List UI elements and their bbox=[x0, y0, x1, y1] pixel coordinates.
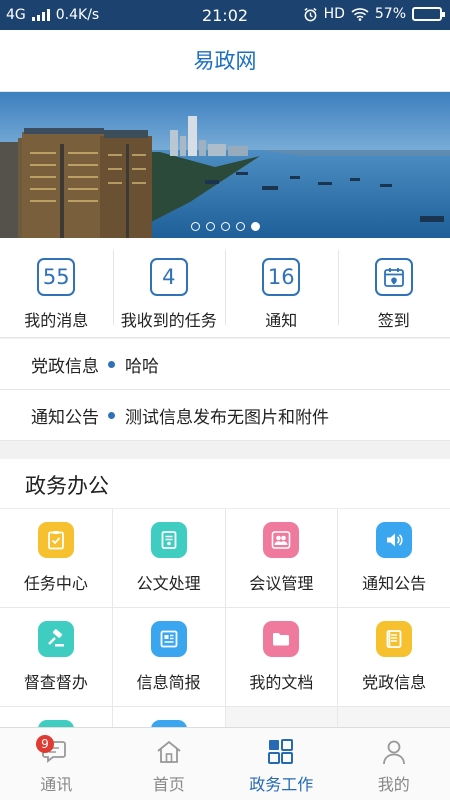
news-title: 哈哈 bbox=[125, 356, 159, 377]
battery-icon bbox=[412, 7, 445, 21]
news-row-notice[interactable]: 通知公告 测试信息发布无图片和附件 bbox=[0, 390, 450, 441]
grid-item-label: 公文处理 bbox=[136, 574, 201, 593]
document-icon bbox=[150, 522, 187, 558]
section-title: 政务办公 bbox=[0, 459, 450, 509]
grid-item-supervision[interactable]: 督查督办 bbox=[0, 608, 112, 706]
grid-item-notice-announcement[interactable]: 通知公告 bbox=[338, 509, 450, 607]
grid-item-my-documents[interactable]: 我的文档 bbox=[225, 608, 338, 706]
grid-item-label: 督查督办 bbox=[23, 673, 88, 692]
person-icon bbox=[382, 740, 405, 765]
tab-government-work[interactable]: 政务工作 bbox=[225, 728, 338, 800]
grid-item-briefing[interactable]: 信息简报 bbox=[112, 608, 225, 706]
news-title: 测试信息发布无图片和附件 bbox=[125, 407, 329, 428]
people-icon bbox=[263, 522, 300, 558]
bullet-icon bbox=[108, 360, 115, 368]
tab-label: 我的 bbox=[377, 775, 410, 794]
hd-indicator: HD bbox=[323, 6, 345, 22]
tab-me[interactable]: 我的 bbox=[338, 728, 450, 800]
tab-messages[interactable]: 9 通讯 bbox=[0, 728, 113, 800]
stat-check-in[interactable]: 签到 bbox=[337, 238, 450, 337]
grid-item-task-center[interactable]: 任务中心 bbox=[0, 509, 112, 607]
stat-label: 我收到的任务 bbox=[120, 311, 217, 330]
unread-badge: 9 bbox=[36, 735, 54, 753]
grid-item-label: 会议管理 bbox=[249, 574, 314, 593]
battery-percent: 57% bbox=[374, 6, 406, 22]
function-grid: 任务中心 公文处理 会议管理 通知公告 督查督办 信息简报 我的文档 党政信息 bbox=[0, 509, 450, 728]
grid-empty-cell bbox=[338, 707, 450, 728]
stat-label: 通知 bbox=[265, 311, 298, 330]
grid-item-party-info[interactable]: 党政信息 bbox=[338, 608, 450, 706]
stat-my-messages[interactable]: 55 我的消息 bbox=[0, 238, 113, 337]
grid-item-label: 信息简报 bbox=[136, 673, 201, 692]
stat-label: 签到 bbox=[377, 311, 410, 330]
message-count: 55 bbox=[37, 258, 76, 296]
tab-label: 通讯 bbox=[40, 775, 73, 794]
alarm-icon bbox=[303, 7, 317, 21]
news-row-party[interactable]: 党政信息 哈哈 bbox=[0, 339, 450, 390]
news-category: 通知公告 bbox=[31, 407, 99, 428]
page-title: 易政网 bbox=[0, 30, 450, 92]
speaker-icon bbox=[376, 522, 413, 558]
carousel-dot[interactable] bbox=[235, 222, 245, 231]
clipboard-check-icon bbox=[37, 522, 74, 558]
city-river-image bbox=[0, 92, 450, 238]
calendar-checkin-icon bbox=[374, 258, 413, 296]
stat-received-tasks[interactable]: 4 我收到的任务 bbox=[112, 238, 226, 337]
banner-carousel[interactable] bbox=[0, 92, 450, 238]
carousel-dot[interactable] bbox=[220, 222, 230, 231]
task-count: 4 bbox=[149, 258, 188, 296]
carousel-indicator bbox=[0, 222, 450, 231]
tab-label: 政务工作 bbox=[249, 775, 314, 794]
tab-home[interactable]: 首页 bbox=[113, 728, 226, 800]
carousel-dot[interactable] bbox=[205, 222, 215, 231]
notice-count: 16 bbox=[262, 258, 301, 296]
tab-label: 首页 bbox=[152, 775, 185, 794]
stats-row: 55 我的消息 4 我收到的任务 16 通知 签到 bbox=[0, 238, 450, 338]
wifi-icon bbox=[351, 8, 369, 21]
carousel-dot-active[interactable] bbox=[250, 222, 260, 231]
grid-item-partial[interactable] bbox=[0, 707, 112, 728]
stat-label: 我的消息 bbox=[24, 311, 89, 330]
news-category: 党政信息 bbox=[31, 356, 99, 377]
grid-item-label: 党政信息 bbox=[362, 673, 427, 692]
grid-item-label: 任务中心 bbox=[23, 574, 88, 593]
carousel-dot[interactable] bbox=[190, 222, 200, 231]
grid-item-label: 我的文档 bbox=[249, 673, 314, 692]
newspaper-icon bbox=[150, 621, 187, 657]
grid-icon bbox=[268, 739, 294, 764]
home-icon bbox=[157, 740, 181, 763]
bottom-tab-bar: 9 通讯 首页 政务工作 我的 bbox=[0, 727, 450, 800]
grid-empty-cell bbox=[225, 707, 338, 728]
grid-item-partial[interactable] bbox=[112, 707, 225, 728]
status-bar: 4G 0.4K/s 21:02 HD 57% bbox=[0, 0, 450, 30]
notebook-icon bbox=[376, 621, 413, 657]
grid-item-document-processing[interactable]: 公文处理 bbox=[112, 509, 225, 607]
bullet-icon bbox=[108, 411, 115, 419]
grid-item-meeting-management[interactable]: 会议管理 bbox=[225, 509, 338, 607]
stat-notices[interactable]: 16 通知 bbox=[225, 238, 338, 337]
gavel-icon bbox=[37, 621, 74, 657]
grid-item-label: 通知公告 bbox=[362, 574, 427, 593]
folder-icon bbox=[263, 621, 300, 657]
